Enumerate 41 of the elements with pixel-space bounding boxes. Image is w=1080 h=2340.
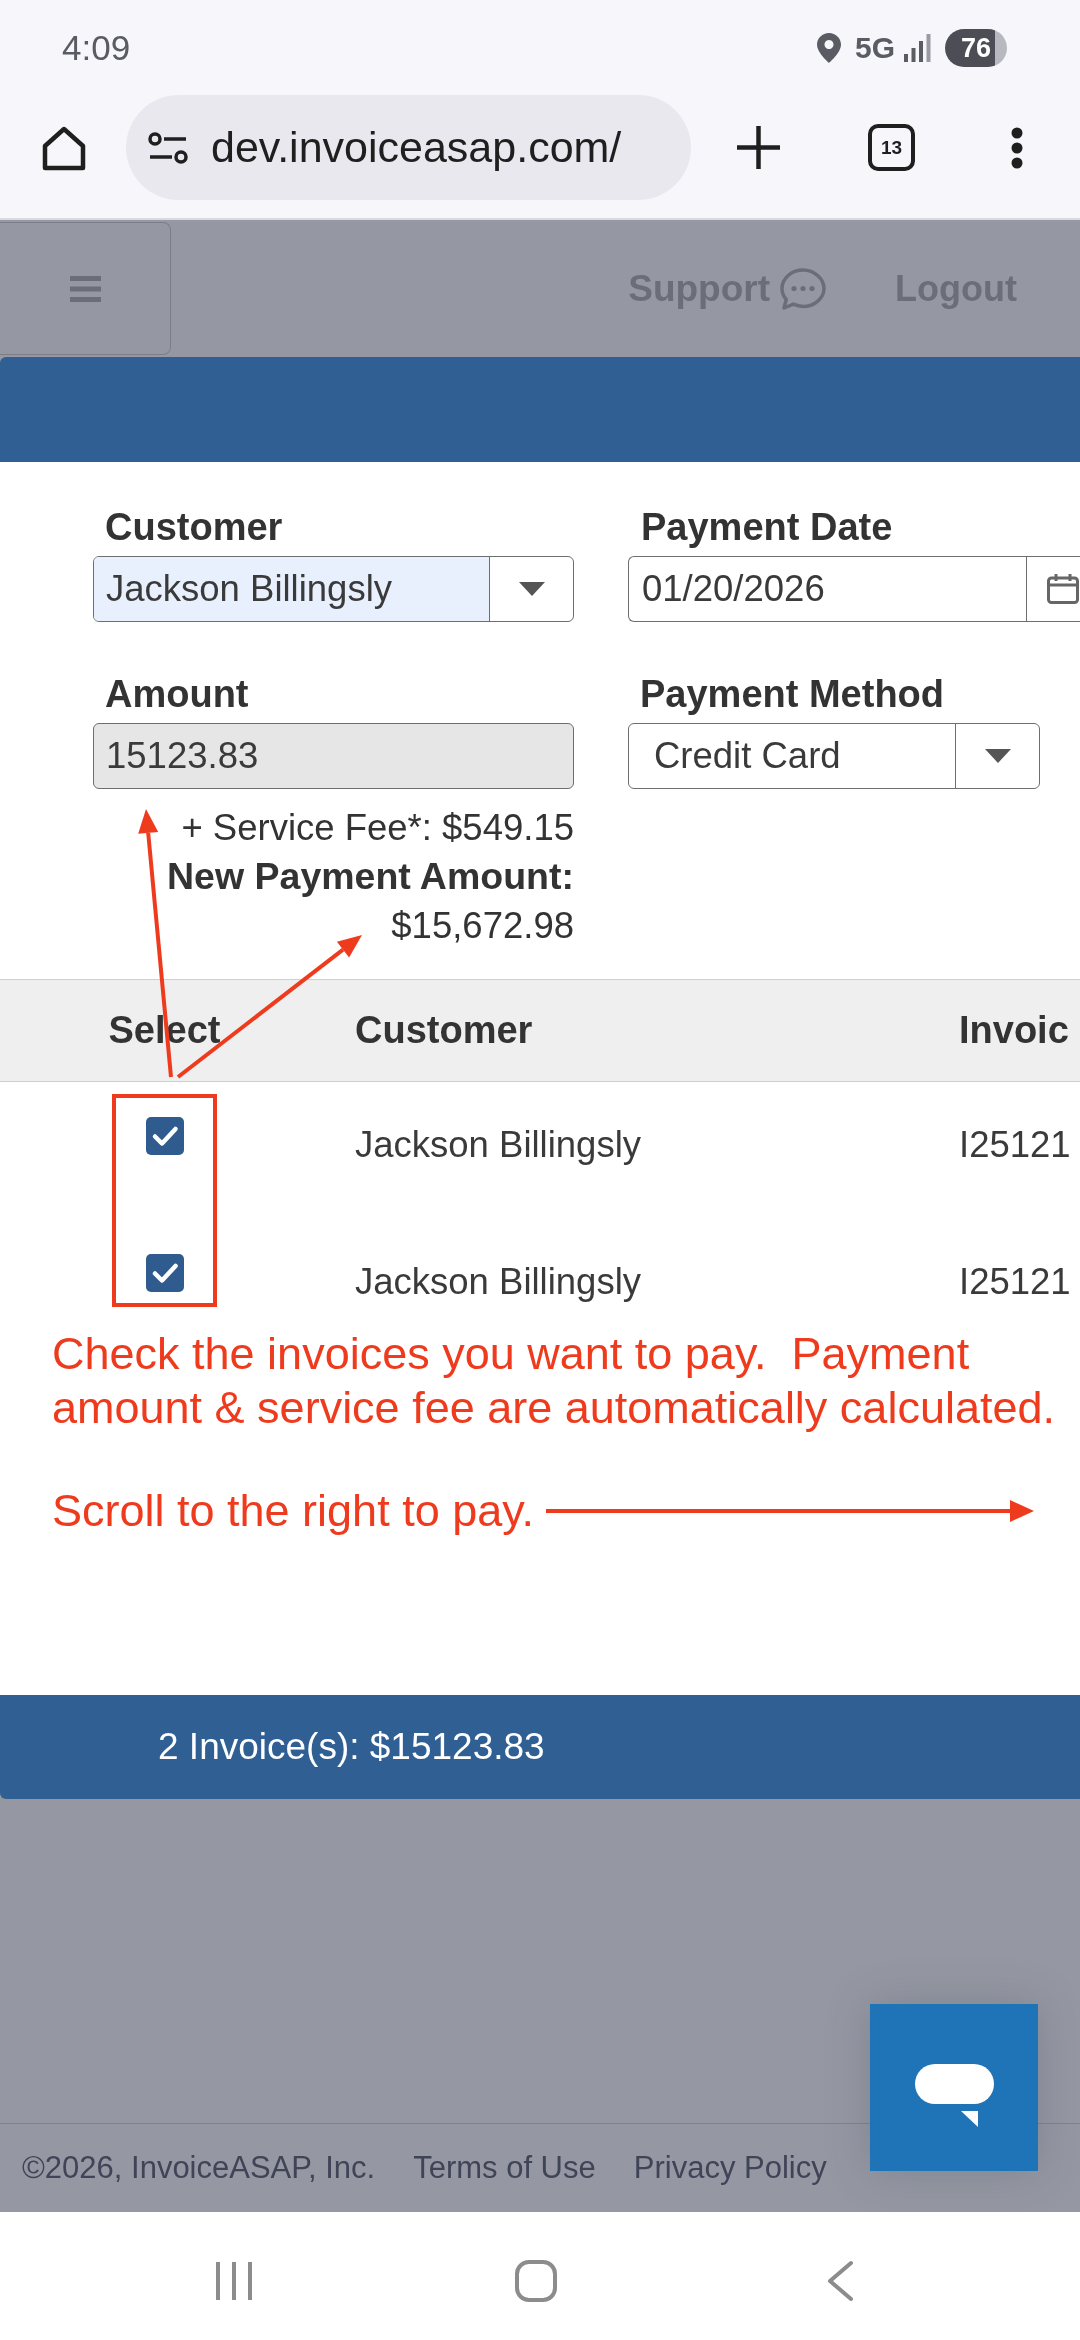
- table-cell-text: I25121: [959, 1123, 1071, 1167]
- new-amount-value: $15,672.98: [391, 904, 574, 948]
- new-tab-icon[interactable]: [737, 126, 780, 169]
- dropdown-field[interactable]: Credit Card: [628, 723, 1040, 789]
- annotation-text: Check the invoices you want to pay. Payment amount & service fee are automatically calculated.: [52, 1327, 1056, 1435]
- caret-icon: [518, 582, 545, 596]
- back-icon[interactable]: [826, 2260, 854, 2302]
- checkbox[interactable]: [145, 1117, 184, 1155]
- field-label: Amount: [104, 672, 249, 716]
- field-label: Customer: [104, 505, 283, 549]
- status-time: 4:09: [62, 28, 131, 68]
- tab-count-button[interactable]: 13: [868, 124, 915, 171]
- address-bar[interactable]: dev.invoiceasap.com/: [126, 95, 691, 200]
- network-type: 5G: [854, 30, 895, 66]
- column-header: Customer: [355, 1009, 533, 1052]
- dropdown-field[interactable]: Jackson Billingsly: [93, 556, 574, 622]
- battery-indicator: 76: [945, 29, 1007, 67]
- field-label: Payment Method: [639, 672, 945, 716]
- column-header: Invoic: [959, 1009, 1069, 1052]
- chat-button[interactable]: [870, 2004, 1038, 2171]
- chat-bubble-icon: [914, 2064, 994, 2127]
- checkbox[interactable]: [145, 1254, 184, 1292]
- date-field[interactable]: 01/20/2026: [628, 556, 1080, 622]
- annotation-text: Scroll to the right to pay.: [52, 1484, 534, 1538]
- table-cell-text: I25121: [959, 1260, 1071, 1304]
- recent-apps-icon[interactable]: [215, 2260, 253, 2302]
- menu-icon: [69, 275, 101, 302]
- location-pin-icon: [816, 33, 841, 63]
- field-label: Payment Date: [640, 505, 893, 549]
- table-cell-text: Jackson Billingsly: [355, 1260, 642, 1304]
- chat-bubble-icon: [780, 267, 827, 310]
- table-cell-text: Jackson Billingsly: [355, 1123, 642, 1167]
- calendar-icon[interactable]: [1047, 574, 1079, 604]
- more-options-icon[interactable]: [1011, 126, 1023, 169]
- signal-icon: [904, 34, 931, 62]
- summary-bar: 2 Invoice(s): $15123.83: [0, 1695, 1080, 1799]
- sliders-icon[interactable]: [148, 130, 188, 165]
- copyright-text: ©2026, InvoiceASAP, Inc.: [22, 2150, 376, 2186]
- new-amount-label: New Payment Amount:: [167, 854, 574, 899]
- caret-icon: [984, 749, 1011, 763]
- service-fee-text: + Service Fee*: $549.15: [181, 806, 574, 850]
